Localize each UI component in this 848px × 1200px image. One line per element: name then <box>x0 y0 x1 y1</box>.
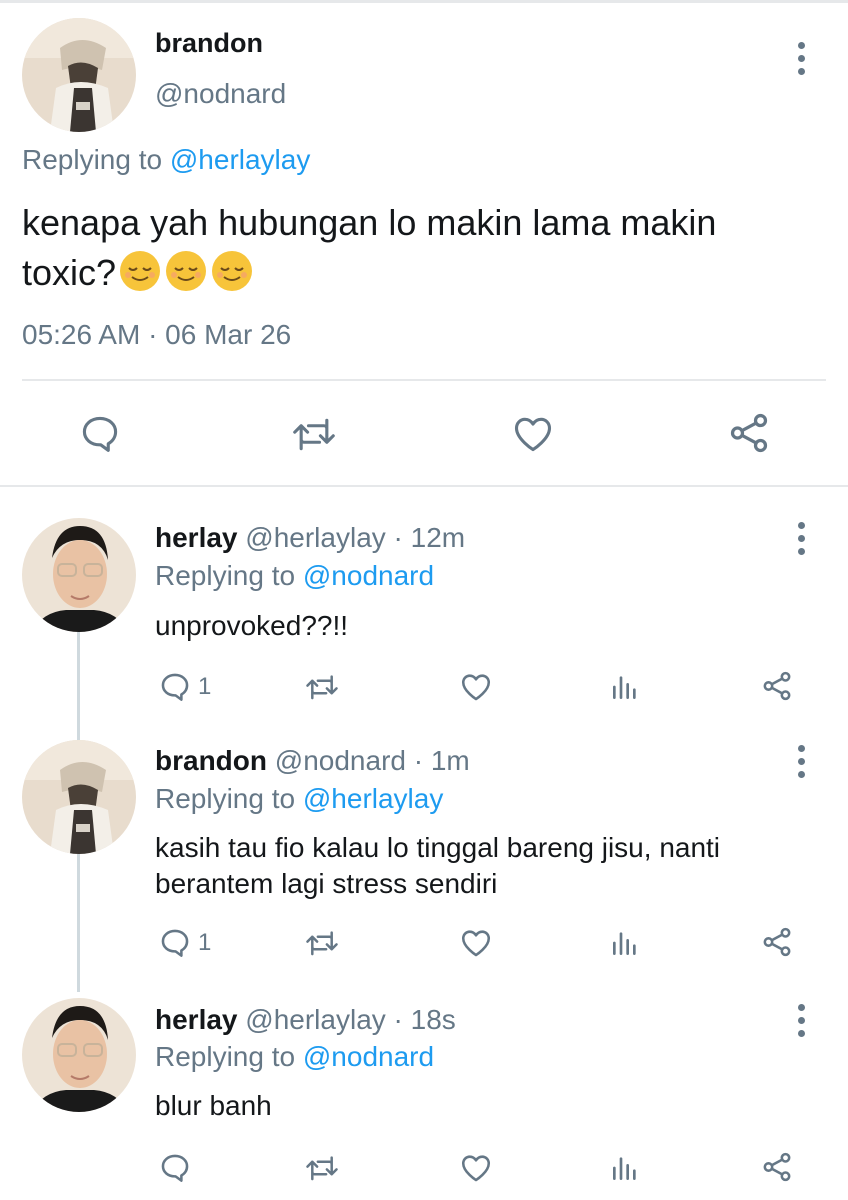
avatar-herlay[interactable] <box>22 998 136 1112</box>
retweet-icon[interactable] <box>304 1151 340 1185</box>
replying-to-line: Replying to @nodnard <box>155 560 434 592</box>
tweet-text: kenapa yah hubungan lo makin lama makin … <box>22 198 822 298</box>
reply-header: brandon @nodnard · 1m <box>155 745 470 777</box>
reply-text: kasih tau fio kalau lo tinggal bareng ji… <box>155 832 721 899</box>
retweet-icon[interactable] <box>304 670 340 704</box>
tweet-text-line2: toxic? <box>22 252 117 293</box>
more-icon[interactable] <box>796 1004 806 1038</box>
relieved-face-icon <box>166 251 207 291</box>
analytics-icon[interactable] <box>609 926 641 960</box>
like-icon[interactable] <box>459 926 493 960</box>
replying-to-link[interactable]: @nodnard <box>303 1041 434 1072</box>
reply-time: · 12m <box>393 522 466 553</box>
reply-icon[interactable] <box>158 1151 192 1185</box>
tweet-timestamp: 05:26 AM · 06 Mar 26 <box>22 319 292 350</box>
share-icon[interactable] <box>726 410 772 456</box>
reply-header: herlay @herlaylay · 18s <box>155 1004 456 1036</box>
more-icon[interactable] <box>796 522 806 556</box>
like-icon[interactable] <box>510 412 556 456</box>
replying-prefix: Replying to <box>155 1041 303 1072</box>
replying-to-link[interactable]: @herlaylay <box>303 783 443 814</box>
analytics-icon[interactable] <box>609 670 641 704</box>
share-icon[interactable] <box>760 1150 794 1184</box>
reply-author-handle[interactable]: @nodnard <box>275 745 406 776</box>
divider <box>22 379 826 381</box>
replying-prefix: Replying to <box>155 783 303 814</box>
retweet-icon[interactable] <box>290 412 338 456</box>
reply-text: blur banh <box>155 1090 272 1121</box>
reply-author-handle[interactable]: @herlaylay <box>245 1004 385 1035</box>
reply-author-handle[interactable]: @herlaylay <box>245 522 385 553</box>
reply-count: 1 <box>198 929 212 956</box>
analytics-icon[interactable] <box>609 1151 641 1185</box>
reply-author-name[interactable]: brandon <box>155 745 267 776</box>
relieved-face-icon <box>212 251 253 291</box>
reply-time: · 1m <box>413 745 470 776</box>
avatar-brandon[interactable] <box>22 18 136 132</box>
reply-text: unprovoked??!! <box>155 610 349 641</box>
reply-header: herlay @herlaylay · 12m <box>155 522 465 554</box>
top-divider <box>0 0 848 3</box>
author-name[interactable]: brandon <box>155 28 263 59</box>
more-icon[interactable] <box>796 42 806 76</box>
replying-to-line: Replying to @nodnard <box>155 1041 434 1073</box>
reply-icon[interactable] <box>78 412 122 456</box>
like-icon[interactable] <box>459 1151 493 1185</box>
avatar-brandon[interactable] <box>22 740 136 854</box>
replying-prefix: Replying to <box>22 144 170 175</box>
retweet-icon[interactable] <box>304 926 340 960</box>
reply-author-name[interactable]: herlay <box>155 1004 238 1035</box>
replying-to-line: Replying to @herlaylay <box>155 783 443 815</box>
share-icon[interactable] <box>760 925 794 959</box>
relieved-face-icon <box>120 251 161 291</box>
replying-to-link[interactable]: @herlaylay <box>170 144 310 175</box>
like-icon[interactable] <box>459 670 493 704</box>
reply-icon[interactable] <box>158 670 192 704</box>
share-icon[interactable] <box>760 669 794 703</box>
reply-author-name[interactable]: herlay <box>155 522 238 553</box>
replying-prefix: Replying to <box>155 560 303 591</box>
reply-icon[interactable] <box>158 926 192 960</box>
replying-to-line: Replying to @herlaylay <box>22 144 310 176</box>
replying-to-link[interactable]: @nodnard <box>303 560 434 591</box>
reply-time: · 18s <box>393 1004 456 1035</box>
reply-count: 1 <box>198 673 212 700</box>
divider <box>0 485 848 487</box>
tweet-text-line1: kenapa yah hubungan lo makin lama makin <box>22 202 717 243</box>
author-handle[interactable]: @nodnard <box>155 78 286 110</box>
avatar-herlay[interactable] <box>22 518 136 632</box>
more-icon[interactable] <box>796 745 806 779</box>
